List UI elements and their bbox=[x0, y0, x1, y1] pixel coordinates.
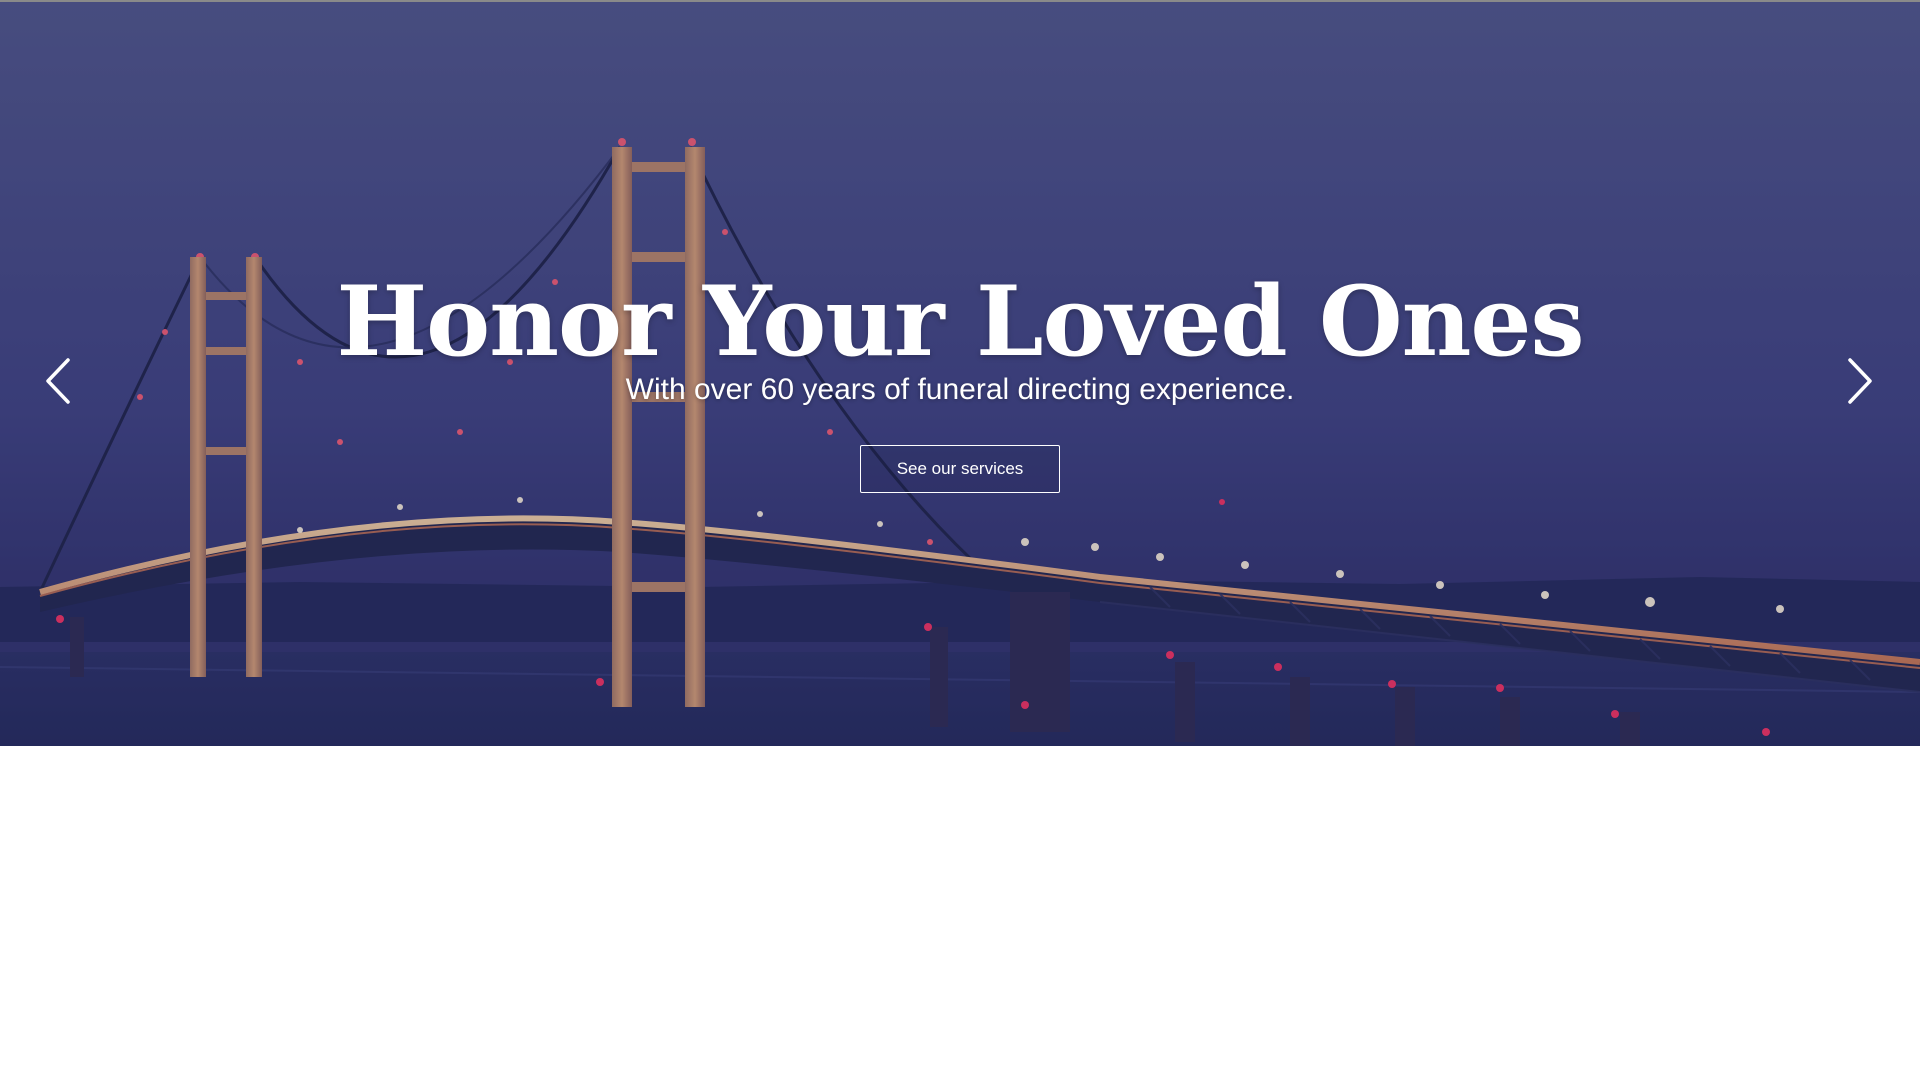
carousel-next-button[interactable] bbox=[1840, 354, 1880, 408]
see-our-services-button[interactable]: See our services bbox=[860, 445, 1060, 493]
hero-carousel: Honor Your Loved Ones With over 60 years… bbox=[0, 0, 1920, 746]
hero-content: Honor Your Loved Ones With over 60 years… bbox=[0, 2, 1920, 746]
chevron-left-icon bbox=[46, 358, 70, 404]
chevron-right-icon bbox=[1848, 358, 1872, 404]
hero-subtitle: With over 60 years of funeral directing … bbox=[625, 373, 1295, 406]
carousel-prev-button[interactable] bbox=[38, 354, 78, 408]
hero-title: Honor Your Loved Ones bbox=[336, 265, 1584, 378]
